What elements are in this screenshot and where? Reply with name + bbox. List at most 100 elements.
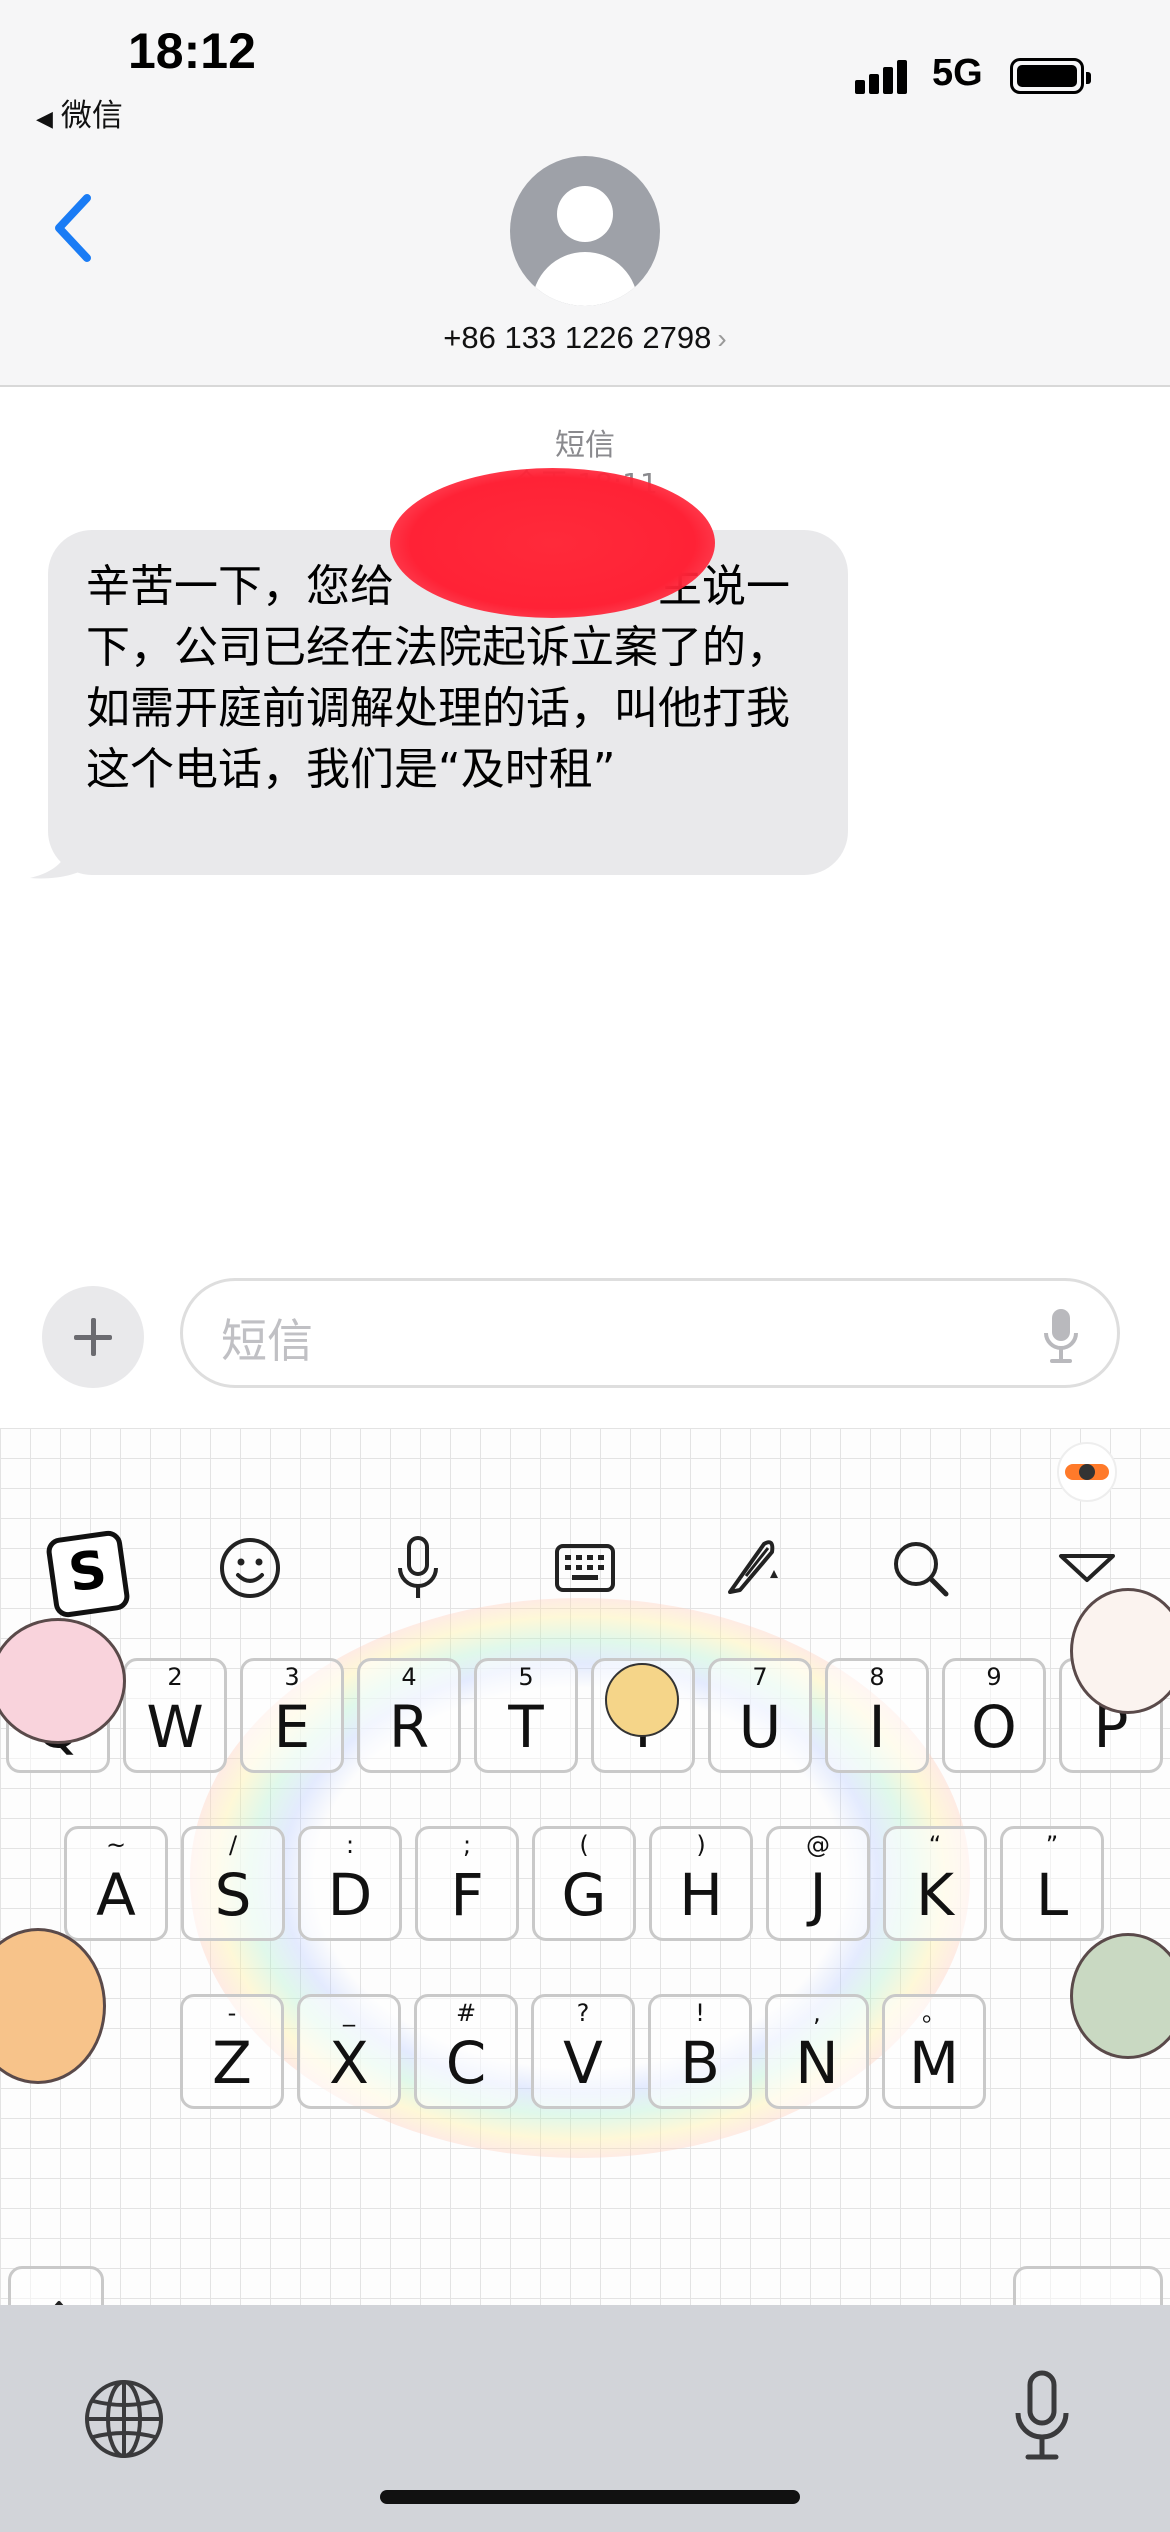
keyboard-toolbar <box>0 1528 1170 1618</box>
globe-icon[interactable] <box>82 2377 166 2461</box>
key-secondary-label: 2 <box>167 1663 183 1691</box>
key-secondary-label: # <box>455 1999 477 2027</box>
key-primary-label: B <box>680 2029 720 2097</box>
key-u[interactable]: 7U <box>708 1658 812 1773</box>
key-secondary-label: 。 <box>922 1999 946 2027</box>
key-secondary-label: “ <box>928 1831 942 1859</box>
contact-avatar[interactable] <box>510 156 660 306</box>
voice-input-icon[interactable] <box>378 1528 458 1608</box>
shift-key[interactable] <box>8 2266 104 2308</box>
message-input[interactable]: 短信 <box>180 1278 1120 1388</box>
key-primary-label: R <box>388 1693 430 1761</box>
key-e[interactable]: 3E <box>240 1658 344 1773</box>
handwriting-pen-icon[interactable] <box>712 1528 792 1608</box>
key-c[interactable]: # C <box>414 1994 518 2109</box>
key-primary-label: V <box>563 2029 603 2097</box>
dinosaur-sticker <box>1070 1933 1170 2059</box>
key-s[interactable]: / S <box>181 1826 285 1941</box>
search-icon[interactable] <box>880 1528 960 1608</box>
emoji-icon[interactable] <box>210 1528 290 1608</box>
key-secondary-label: ! <box>695 1999 705 2027</box>
contact-name[interactable]: +86 133 1226 2798 › <box>0 320 1170 356</box>
key-secondary-label: ” <box>1045 1831 1059 1859</box>
key-h[interactable]: ) H <box>649 1826 753 1941</box>
back-app-label: 微信 <box>60 98 123 134</box>
key-j[interactable]: @ J <box>766 1826 870 1941</box>
dictation-mic-icon[interactable] <box>1043 1307 1079 1365</box>
status-bar: 18:12 ◀ 微信 5G <box>0 0 1170 140</box>
key-primary-label: X <box>329 2029 369 2097</box>
key-primary-label: E <box>273 1693 311 1761</box>
key-b[interactable]: ! B <box>648 1994 752 2109</box>
dictation-icon[interactable] <box>1012 2369 1072 2465</box>
add-attachment-button[interactable] <box>42 1286 144 1388</box>
key-i[interactable]: 8I <box>825 1658 929 1773</box>
key-secondary-label: 4 <box>401 1663 417 1691</box>
key-primary-label: K <box>915 1861 955 1929</box>
key-primary-label: F <box>450 1861 484 1929</box>
key-d[interactable]: :D <box>298 1826 402 1941</box>
key-m[interactable]: 。 M <box>882 1994 986 2109</box>
key-secondary-label: , <box>813 1999 821 2027</box>
key-secondary-label: 7 <box>752 1663 768 1691</box>
assistant-icon[interactable] <box>1057 1442 1117 1502</box>
key-primary-label: A <box>96 1861 136 1929</box>
back-triangle-icon: ◀ <box>36 107 53 132</box>
back-to-app-link[interactable]: ◀ 微信 <box>36 90 123 135</box>
key-x[interactable]: _ X <box>297 1994 401 2109</box>
key-primary-label: D <box>327 1861 373 1929</box>
key-secondary-label: _ <box>343 1999 355 2027</box>
key-primary-label: S <box>214 1861 252 1929</box>
key-primary-label: L <box>1035 1861 1069 1929</box>
status-time: 18:12 <box>128 23 256 79</box>
key-secondary-label: @ <box>806 1831 830 1859</box>
conversation-header: +86 133 1226 2798 › <box>0 140 1170 387</box>
key-secondary-label: ? <box>576 1999 590 2027</box>
key-k[interactable]: “K <box>883 1826 987 1941</box>
key-a[interactable]: ~ A <box>64 1826 168 1941</box>
key-v[interactable]: ? V <box>531 1994 635 2109</box>
key-primary-label: H <box>679 1861 723 1929</box>
contact-chevron-icon: › <box>717 323 727 354</box>
key-primary-label: Z <box>212 2029 252 2097</box>
input-placeholder: 短信 <box>221 1314 313 1368</box>
service-label: 短信 <box>555 428 615 463</box>
home-indicator[interactable] <box>380 2490 800 2504</box>
key-secondary-label: ; <box>462 1831 472 1859</box>
keyboard-switch-icon[interactable] <box>545 1528 625 1608</box>
delete-key[interactable] <box>1013 2266 1163 2308</box>
back-chevron-icon[interactable] <box>45 188 105 268</box>
key-z[interactable]: -Z <box>180 1994 284 2109</box>
key-secondary-label: 9 <box>986 1663 1002 1691</box>
key-w[interactable]: 2W <box>123 1658 227 1773</box>
network-type: 5G <box>932 52 983 94</box>
key-n[interactable]: ,N <box>765 1994 869 2109</box>
keyboard-bottom-bar <box>0 2305 1170 2532</box>
key-l[interactable]: ” L <box>1000 1826 1104 1941</box>
key-t[interactable]: 5T <box>474 1658 578 1773</box>
key-primary-label: J <box>809 1861 827 1929</box>
key-g[interactable]: (G <box>532 1826 636 1941</box>
tiger-sticker <box>0 1928 106 2084</box>
key-r[interactable]: 4R <box>357 1658 461 1773</box>
keyboard: S 1Q2W3E4R5T6Y7U8I <box>0 1428 1170 2308</box>
key-primary-label: C <box>445 2029 487 2097</box>
key-secondary-label: 3 <box>284 1663 300 1691</box>
key-primary-label: M <box>908 2029 960 2097</box>
key-primary-label: O <box>971 1693 1017 1761</box>
key-primary-label: N <box>795 2029 839 2097</box>
key-secondary-label: : <box>345 1831 355 1859</box>
moon-sticker <box>605 1663 679 1737</box>
key-primary-label: T <box>508 1693 544 1761</box>
key-secondary-label: ~ <box>105 1831 127 1859</box>
key-f[interactable]: ; F <box>415 1826 519 1941</box>
key-secondary-label: 8 <box>869 1663 885 1691</box>
battery-icon <box>1010 58 1091 94</box>
key-primary-label: G <box>561 1861 607 1929</box>
key-secondary-label: 5 <box>518 1663 534 1691</box>
key-secondary-label: - <box>227 1999 237 2027</box>
key-secondary-label: / <box>228 1831 238 1859</box>
key-o[interactable]: 9O <box>942 1658 1046 1773</box>
key-secondary-label: ( <box>579 1831 589 1859</box>
key-primary-label: I <box>868 1693 886 1761</box>
